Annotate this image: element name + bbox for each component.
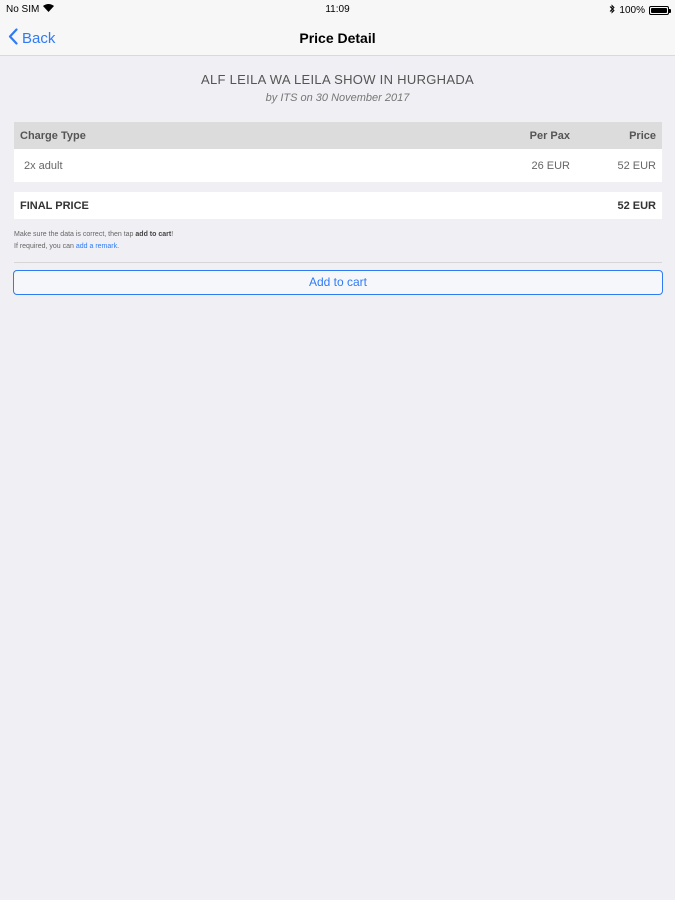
remark-suffix: . (117, 243, 120, 250)
row-price: 52 EUR (617, 159, 656, 172)
status-right: 100% (609, 4, 671, 17)
navigation-bar: Back Price Detail (0, 20, 675, 56)
status-time: 11:09 (325, 4, 350, 15)
table-row: 2x adult 26 EUR 52 EUR (14, 149, 662, 182)
row-charge-type: 2x adult (24, 159, 63, 172)
battery-percent: 100% (619, 5, 645, 16)
instruction-suffix: ! (171, 231, 174, 238)
final-price-value: 52 EUR (617, 199, 656, 212)
final-price-label: FINAL PRICE (20, 199, 89, 212)
event-subtitle: by ITS on 30 November 2017 (265, 92, 410, 104)
battery-fill (651, 8, 667, 13)
instruction-text: Make sure the data is correct, then tap (14, 231, 136, 238)
header-charge-type: Charge Type (20, 129, 86, 142)
divider (14, 262, 662, 263)
instruction-line-2: If required, you can add a remark. (14, 241, 662, 253)
event-title: ALF LEILA WA LEILA SHOW IN HURGHADA (201, 72, 474, 87)
row-per-pax: 26 EUR (531, 159, 570, 172)
instructions-text: Make sure the data is correct, then tap … (14, 229, 662, 253)
page-title: Price Detail (299, 30, 376, 46)
add-to-cart-button[interactable]: Add to cart (13, 270, 663, 295)
final-price-row: FINAL PRICE 52 EUR (14, 192, 662, 219)
add-remark-link[interactable]: add a remark (76, 243, 117, 250)
header-per-pax: Per Pax (529, 129, 570, 142)
battery-icon (649, 6, 671, 15)
instruction-bold: add to cart (135, 231, 172, 238)
header-price: Price (629, 129, 656, 142)
bluetooth-icon (609, 4, 616, 17)
table-header: Charge Type Per Pax Price (14, 122, 662, 149)
instruction-line-1: Make sure the data is correct, then tap … (14, 229, 662, 241)
event-header: ALF LEILA WA LEILA SHOW IN HURGHADA by I… (0, 72, 675, 104)
status-bar: No SIM 11:09 100% (0, 0, 675, 20)
remark-text: If required, you can (14, 243, 76, 250)
price-table: Charge Type Per Pax Price 2x adult 26 EU… (14, 122, 662, 182)
